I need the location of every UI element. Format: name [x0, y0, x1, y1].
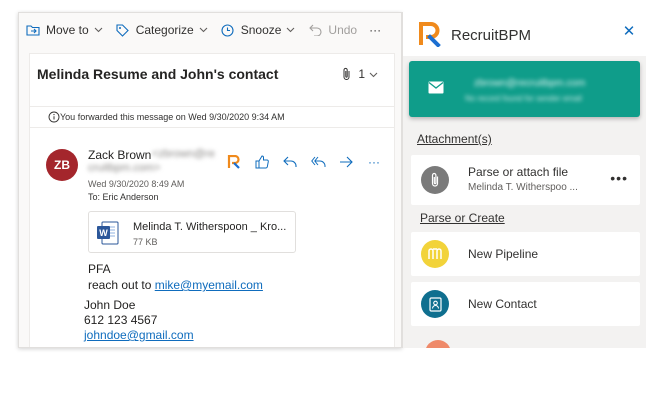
more-icon[interactable]: ••• — [610, 170, 628, 186]
sender-email-redacted-2: cruitbpm.com> — [88, 162, 161, 174]
categorize-button[interactable]: Categorize — [109, 13, 214, 47]
word-file-icon: W — [97, 221, 119, 245]
banner-no-record-note: No record found for sender email — [465, 94, 582, 103]
recipient-line: To: Eric Anderson — [88, 192, 159, 202]
parse-or-attach-filename: Melinda T. Witherspoo ... — [468, 182, 578, 193]
contact-book-icon — [421, 290, 449, 318]
addin-title: RecruitBPM — [451, 27, 532, 44]
clock-icon — [220, 22, 236, 38]
mike-email-link[interactable]: mike@myemail.com — [155, 278, 263, 292]
sender-email-redacted: <zbrown@re — [152, 148, 215, 160]
new-contact-item[interactable]: New Contact — [411, 282, 640, 326]
recruitbpm-icon[interactable] — [226, 154, 242, 170]
message-card: Melinda Resume and John's contact 1 You … — [29, 53, 395, 347]
paperclip-icon — [342, 67, 354, 81]
attachment-name: Melinda T. Witherspoon _ Kro... — [133, 221, 287, 233]
mail-toolbar: Move to Categorize Snooze Undo ··· — [19, 13, 401, 47]
outlook-reading-pane: Move to Categorize Snooze Undo ··· Melin… — [18, 12, 402, 348]
new-pipeline-item[interactable]: New Pipeline — [411, 232, 640, 276]
signature-name: John Doe — [84, 298, 136, 312]
tag-icon — [115, 22, 131, 38]
snooze-button[interactable]: Snooze — [214, 13, 302, 47]
attachments-section-title: Attachment(s) — [417, 132, 492, 146]
undo-button[interactable]: Undo — [301, 13, 363, 47]
sender-avatar[interactable]: ZB — [46, 149, 78, 181]
body-reach-out: reach out to mike@myemail.com — [88, 278, 263, 292]
attachment-count-toggle[interactable]: 1 — [342, 67, 378, 81]
next-item-icon-partial — [425, 340, 451, 348]
forward-notice-text: You forwarded this message on Wed 9/30/2… — [60, 112, 285, 122]
body-pfa: PFA — [88, 262, 111, 276]
svg-text:W: W — [99, 228, 108, 238]
chevron-down-icon — [286, 25, 295, 35]
message-subject: Melinda Resume and John's contact — [37, 66, 279, 82]
forward-notice: You forwarded this message on Wed 9/30/2… — [30, 106, 394, 128]
parse-or-attach-item[interactable]: Parse or attach file Melinda T. Withersp… — [411, 155, 640, 205]
snooze-label: Snooze — [240, 23, 282, 37]
banner-sender-email: zbrown@recruitbpm.com — [474, 78, 586, 89]
reply-icon[interactable] — [282, 154, 298, 170]
subject-row: Melinda Resume and John's contact — [30, 54, 394, 94]
envelope-icon — [428, 81, 444, 95]
message-more-icon[interactable]: ··· — [366, 154, 382, 170]
more-actions-button[interactable]: ··· — [363, 13, 387, 47]
undo-icon — [307, 22, 323, 38]
sent-date: Wed 9/30/2020 8:49 AM — [88, 179, 185, 189]
sender-name[interactable]: Zack Brown — [88, 148, 151, 162]
more-icon: ··· — [369, 23, 382, 37]
new-contact-label: New Contact — [468, 297, 537, 311]
attachment-size: 77 KB — [133, 237, 158, 247]
signature-phone: 612 123 4567 — [84, 313, 158, 327]
message-actions: ··· — [226, 154, 394, 170]
parse-or-attach-label: Parse or attach file — [468, 165, 569, 179]
info-icon — [48, 111, 60, 123]
parse-create-section-title: Parse or Create — [420, 211, 505, 225]
chevron-down-icon — [94, 25, 103, 35]
like-icon[interactable] — [254, 154, 270, 170]
close-icon[interactable]: ✕ — [621, 24, 637, 40]
body-reach-out-text: reach out to — [88, 278, 155, 292]
recruitbpm-addin-pane: RecruitBPM ✕ zbrown@recruitbpm.com No re… — [402, 12, 646, 348]
sender-contact-banner[interactable]: zbrown@recruitbpm.com No record found fo… — [409, 61, 640, 117]
attachment-count: 1 — [358, 67, 365, 81]
folder-move-icon — [25, 22, 41, 38]
categorize-label: Categorize — [135, 23, 194, 37]
chevron-down-icon — [199, 25, 208, 35]
new-pipeline-label: New Pipeline — [468, 247, 539, 261]
recruitbpm-logo-icon — [417, 21, 443, 48]
undo-label: Undo — [328, 23, 358, 37]
move-to-button[interactable]: Move to — [19, 13, 109, 47]
forward-icon[interactable] — [338, 154, 354, 170]
signature-email-link[interactable]: johndoe@gmail.com — [84, 328, 194, 342]
paperclip-icon — [421, 166, 449, 194]
attachment-card[interactable]: W Melinda T. Witherspoon _ Kro... 77 KB — [88, 211, 296, 253]
chevron-down-icon — [369, 67, 378, 81]
reply-all-icon[interactable] — [310, 154, 326, 170]
pipeline-icon — [421, 240, 449, 268]
addin-header: RecruitBPM ✕ — [403, 12, 646, 56]
sender-initials: ZB — [54, 158, 70, 172]
move-to-label: Move to — [46, 23, 89, 37]
